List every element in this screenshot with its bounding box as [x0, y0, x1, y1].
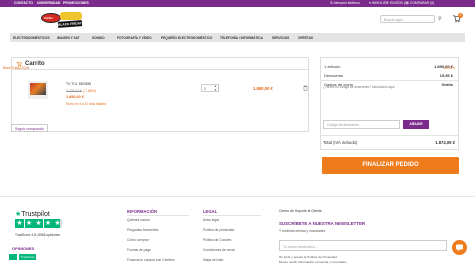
footer-link[interactable]: Quiénes somos [127, 218, 150, 222]
quantity-up-icon[interactable]: ▲ [214, 84, 217, 88]
footer-divider [127, 215, 189, 216]
footer-link[interactable]: Aviso legal [203, 218, 219, 222]
site-logo[interactable]: CASH BLACK FRIDAY [38, 11, 84, 30]
topbar-link-contacto[interactable]: CONTACTO [14, 1, 33, 5]
site-header: CASH BLACK FRIDAY Buscar aquí ⚲ 0 [0, 7, 475, 33]
nav-item-ofertas[interactable]: OFERTAS [298, 36, 313, 40]
star-icon: ★ [24, 219, 34, 228]
shipping-value: Gratis [441, 82, 453, 87]
black-friday-badge: BLACK FRIDAY [57, 20, 83, 28]
checkout-button[interactable]: FINALIZAR PEDIDO [322, 157, 459, 174]
nav-item-imagen[interactable]: IMAGEN Y SAT [57, 36, 80, 40]
footer-info-title: INFORMACIÓN [127, 209, 158, 214]
cart-panel: Carrito TV TCL 65C855 2.036,00 € (-7,86%… [11, 57, 309, 132]
total-value: 1.874,05 € [435, 140, 455, 145]
quantity-down-icon[interactable]: ▼ [214, 88, 217, 92]
footer-link[interactable]: Formas de pago [127, 248, 151, 252]
applied-code: Black Friday 2023 [3, 66, 29, 70]
support-note: Centro de Soporte al Cliente [279, 209, 322, 213]
chat-button[interactable] [452, 240, 467, 255]
chat-icon [456, 244, 463, 252]
articles-label: 1 artículo [324, 64, 341, 69]
topbar-link-universidad[interactable]: UNIVERSIDAD [37, 1, 60, 5]
footer-link[interactable]: Política de privacidad [203, 228, 234, 232]
footer-divider [0, 196, 475, 197]
product-name[interactable]: TV TCL 65C855 [66, 82, 91, 86]
main-nav: ELECTRODOMÉSTICOS IMAGEN Y SAT SONIDO FO… [10, 33, 465, 42]
star-icon: ★ [15, 219, 24, 228]
newsletter-subtitle: Y recibirás ofertas y novedades. [279, 229, 327, 233]
star-icon: ★ [43, 219, 53, 228]
summary-divider [320, 135, 459, 136]
order-summary: 1 artículo 1.890,00 € Descuento 15,95 € … [320, 57, 459, 150]
footer-legal-title: LEGAL [203, 209, 218, 214]
trustpilot-logo[interactable]: ★Trustpilot [15, 210, 50, 218]
summary-divider [320, 80, 459, 81]
remove-code-icon[interactable]: ✕ [27, 66, 30, 70]
footer-link[interactable]: Condiciones de venta [203, 248, 235, 252]
topbar-envios[interactable]: ☀ ENVÍOS (0) [386, 1, 408, 5]
nav-item-telefonia[interactable]: TELEFONÍA / INFORMÁTICA [220, 36, 263, 40]
newsletter-email-input[interactable]: Tu correo electrónico... [279, 240, 447, 251]
product-price: 1.890,00 € [66, 95, 84, 99]
nav-item-sonido[interactable]: SONIDO [92, 36, 105, 40]
footer-divider [203, 215, 261, 216]
promo-code-input[interactable]: Código de descuento [323, 120, 400, 129]
topbar-link-promociones[interactable]: PROMOCIONES [63, 1, 89, 5]
trustpilot-mini-icon [9, 254, 17, 260]
logo-text: CASH [44, 16, 53, 20]
add-promo-button[interactable]: AÑADIR [403, 120, 429, 129]
newsletter-title: SUSCRÍBETE A NUESTRA NEWSLETTER [279, 221, 366, 226]
trustpilot-mini-badge: TrustScore [19, 254, 36, 260]
topbar-comparar[interactable]: ✉ COMPARAR (0) [406, 1, 434, 5]
discount-label: Descuento [324, 73, 344, 78]
nav-item-fotografia[interactable]: FOTOGRAFÍA Y VÍDEO [117, 36, 152, 40]
footer-link[interactable]: Mapa del sitio [203, 258, 223, 262]
nav-item-electrodomesticos[interactable]: ELECTRODOMÉSTICOS [13, 36, 50, 40]
trustpilot-stars: ★ ★ ★ ★ ★ [15, 219, 62, 228]
continue-shopping-button[interactable]: Seguir comprando [11, 124, 48, 132]
tv-screen-thumbnail [30, 83, 46, 95]
product-image[interactable] [28, 81, 48, 99]
line-total: 1.890,00 € [253, 86, 273, 91]
trustpilot-score: TrustScore 4.8 | 5566 opiniones [15, 233, 61, 237]
star-icon: ★ [53, 219, 62, 228]
search-icon[interactable]: ⚲ [438, 16, 442, 22]
marketing-checkbox-label[interactable]: Deseo recibir información comercial y no… [279, 260, 347, 264]
footer-link[interactable]: Cómo comprar [127, 238, 149, 242]
nav-item-servicios[interactable]: SERVICIOS [272, 36, 289, 40]
logo-badge [60, 12, 82, 20]
top-bar: CONTACTO UNIVERSIDAD PROMOCIONES ✆ Atenc… [0, 0, 475, 7]
topbar-phone[interactable]: ✆ Atención teléfono [330, 1, 360, 5]
nav-item-pequeno-electrodomestico[interactable]: PEQUEÑO ELECTRODOMÉSTICO [161, 36, 212, 40]
opiniones-label: OPINIONES [12, 246, 35, 251]
footer-link[interactable]: Política de Cookies [203, 238, 231, 242]
star-icon: ★ [34, 219, 43, 228]
cart-title-row: Carrito [12, 58, 308, 70]
applied-code-value: -15,95 € [443, 66, 455, 70]
footer-link[interactable]: Financia tu compra con Cetelem [127, 258, 174, 262]
footer-link[interactable]: Preguntas frecuentes [127, 228, 158, 232]
privacy-checkbox-label[interactable]: He leído y acepto la Política de Privaci… [279, 255, 337, 259]
trash-icon[interactable] [303, 85, 308, 91]
product-old-price: 2.036,00 € [66, 89, 83, 93]
product-discount: (-7,86%) [83, 89, 97, 93]
product-stock-note: Envío en 5 a 10 días hábiles [66, 102, 107, 106]
promo-note: ¿Tienes un código de descuento? Introdúc… [323, 85, 395, 89]
search-input[interactable]: Buscar aquí [380, 15, 435, 23]
trustpilot-logo-text: Trustpilot [21, 211, 50, 218]
total-label: Total (IVA incluido) [323, 140, 358, 145]
discount-value: 15,95 € [439, 73, 453, 78]
cart-count-badge: 0 [458, 13, 463, 18]
